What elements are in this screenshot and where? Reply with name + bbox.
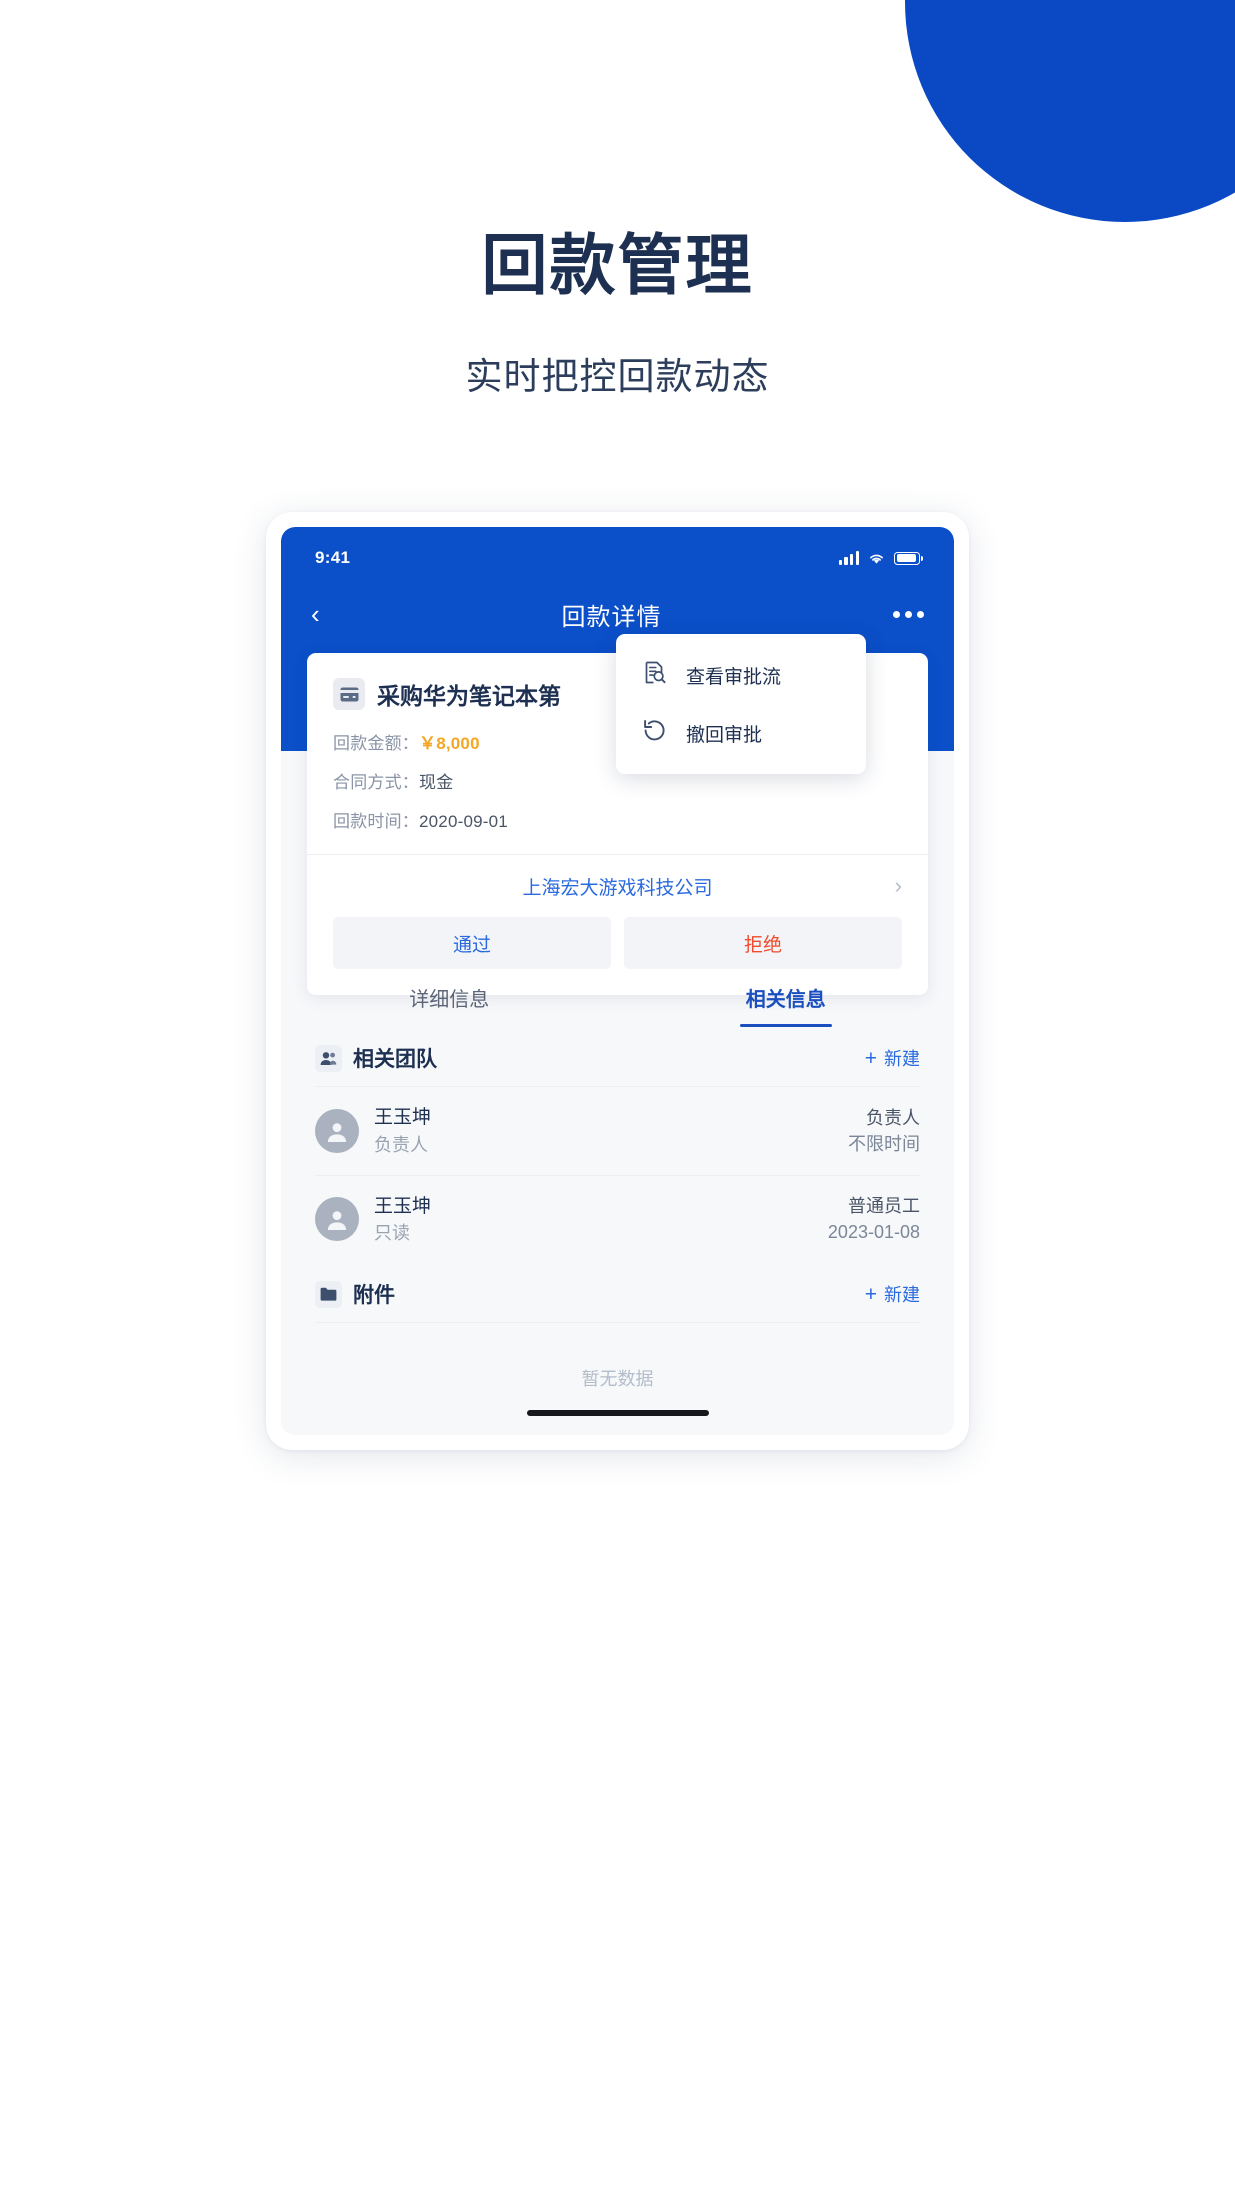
- user-avatar-icon: [315, 1108, 359, 1153]
- company-name: 上海宏大游戏科技公司: [522, 877, 713, 899]
- field-payment-date: 回款时间：2020-09-01: [333, 807, 902, 832]
- folder-icon: [315, 1280, 342, 1308]
- person-duration: 2023-01-08: [827, 1222, 920, 1243]
- person-permission: 负责人: [866, 1107, 920, 1128]
- section-header-attachment: 附件 + 新建: [281, 1263, 954, 1322]
- person-meta: 负责人 不限时间: [848, 1105, 920, 1157]
- signal-bars-icon: [838, 551, 859, 565]
- status-time: 9:41: [315, 548, 351, 567]
- page-root: 回款管理 实时把控回款动态 9:41 ‹ 回款详情 采购华为笔记本第 回款金额：…: [0, 0, 1235, 2201]
- person-meta: 普通员工 2023-01-08: [828, 1193, 920, 1245]
- menu-item-label: 撤回审批: [686, 724, 763, 746]
- phone-mockup: 9:41 ‹ 回款详情 采购华为笔记本第 回款金额：￥8,000 合同方式：现金…: [266, 512, 969, 1450]
- page-subtitle: 实时把控回款动态: [465, 356, 770, 397]
- person-info: 王玉坤 负责人: [374, 1104, 833, 1158]
- field-amount-value: ￥8,000: [419, 734, 480, 753]
- add-team-label: 新建: [884, 1049, 920, 1069]
- person-info: 王玉坤 只读: [374, 1193, 813, 1247]
- chevron-left-icon[interactable]: ‹: [311, 601, 345, 627]
- menu-item-withdraw-approval[interactable]: 撤回审批: [616, 704, 866, 762]
- phone-screen: 9:41 ‹ 回款详情 采购华为笔记本第 回款金额：￥8,000 合同方式：现金…: [281, 527, 954, 1435]
- field-amount-label: 回款金额：: [333, 734, 419, 753]
- person-permission: 普通员工: [848, 1196, 920, 1217]
- more-horizontal-icon[interactable]: [878, 610, 924, 618]
- status-icons: [838, 551, 924, 565]
- tab-related-info[interactable]: 相关信息: [618, 967, 955, 1027]
- company-link-row[interactable]: 上海宏大游戏科技公司 ›: [307, 855, 928, 917]
- person-role: 只读: [374, 1223, 410, 1244]
- plus-icon: +: [864, 1046, 877, 1070]
- person-name: 王玉坤: [374, 1107, 432, 1128]
- page-title: 回款管理: [481, 228, 754, 302]
- chevron-right-icon: ›: [894, 873, 902, 898]
- user-avatar-icon: [315, 1197, 359, 1242]
- attachment-empty-state: 暂无数据: [581, 1369, 654, 1390]
- person-name: 王玉坤: [374, 1195, 432, 1217]
- status-bar: 9:41: [281, 543, 954, 573]
- reject-button[interactable]: 拒绝: [624, 917, 902, 969]
- add-team-button[interactable]: + 新建: [865, 1045, 920, 1071]
- team-users-icon: [315, 1044, 342, 1072]
- more-menu-dropdown: 查看审批流 撤回审批: [616, 634, 866, 774]
- section-title-team: 相关团队: [353, 1048, 437, 1071]
- field-contract-method-value: 现金: [419, 773, 454, 792]
- navbar-title: 回款详情: [561, 603, 662, 631]
- field-payment-date-value: 2020-09-01: [419, 812, 508, 831]
- credit-card-icon: [333, 678, 365, 710]
- field-contract-method-label: 合同方式：: [333, 773, 419, 792]
- wifi-icon: [870, 554, 883, 564]
- add-attachment-label: 新建: [884, 1285, 920, 1306]
- person-role: 负责人: [374, 1134, 428, 1155]
- field-payment-date-label: 回款时间：: [333, 812, 419, 831]
- person-duration: 不限时间: [848, 1133, 920, 1154]
- tab-content: 相关团队 + 新建 王玉坤 负责人 负责人 不限时间 王玉坤 只读 普通员工 2…: [281, 1027, 954, 1435]
- menu-item-label: 查看审批流: [686, 666, 782, 688]
- decorative-blue-circle: [905, 0, 1235, 222]
- undo-rotate-left-icon: [642, 718, 667, 748]
- table-row[interactable]: 王玉坤 负责人 负责人 不限时间: [281, 1087, 954, 1175]
- info-tabs: 详细信息 相关信息: [281, 967, 954, 1027]
- table-row[interactable]: 王玉坤 只读 普通员工 2023-01-08: [281, 1176, 954, 1264]
- plus-icon: +: [864, 1282, 877, 1306]
- add-attachment-button[interactable]: + 新建: [865, 1281, 920, 1307]
- section-header-team: 相关团队 + 新建: [281, 1027, 954, 1086]
- menu-item-view-approval-flow[interactable]: 查看审批流: [616, 646, 866, 704]
- battery-icon: [894, 551, 924, 565]
- home-indicator: [526, 1410, 709, 1416]
- tab-detail-info[interactable]: 详细信息: [281, 967, 618, 1027]
- detail-card-title: 采购华为笔记本第: [377, 683, 561, 709]
- document-search-icon: [642, 660, 667, 690]
- approve-button[interactable]: 通过: [333, 917, 611, 969]
- section-title-attachment: 附件: [353, 1284, 395, 1308]
